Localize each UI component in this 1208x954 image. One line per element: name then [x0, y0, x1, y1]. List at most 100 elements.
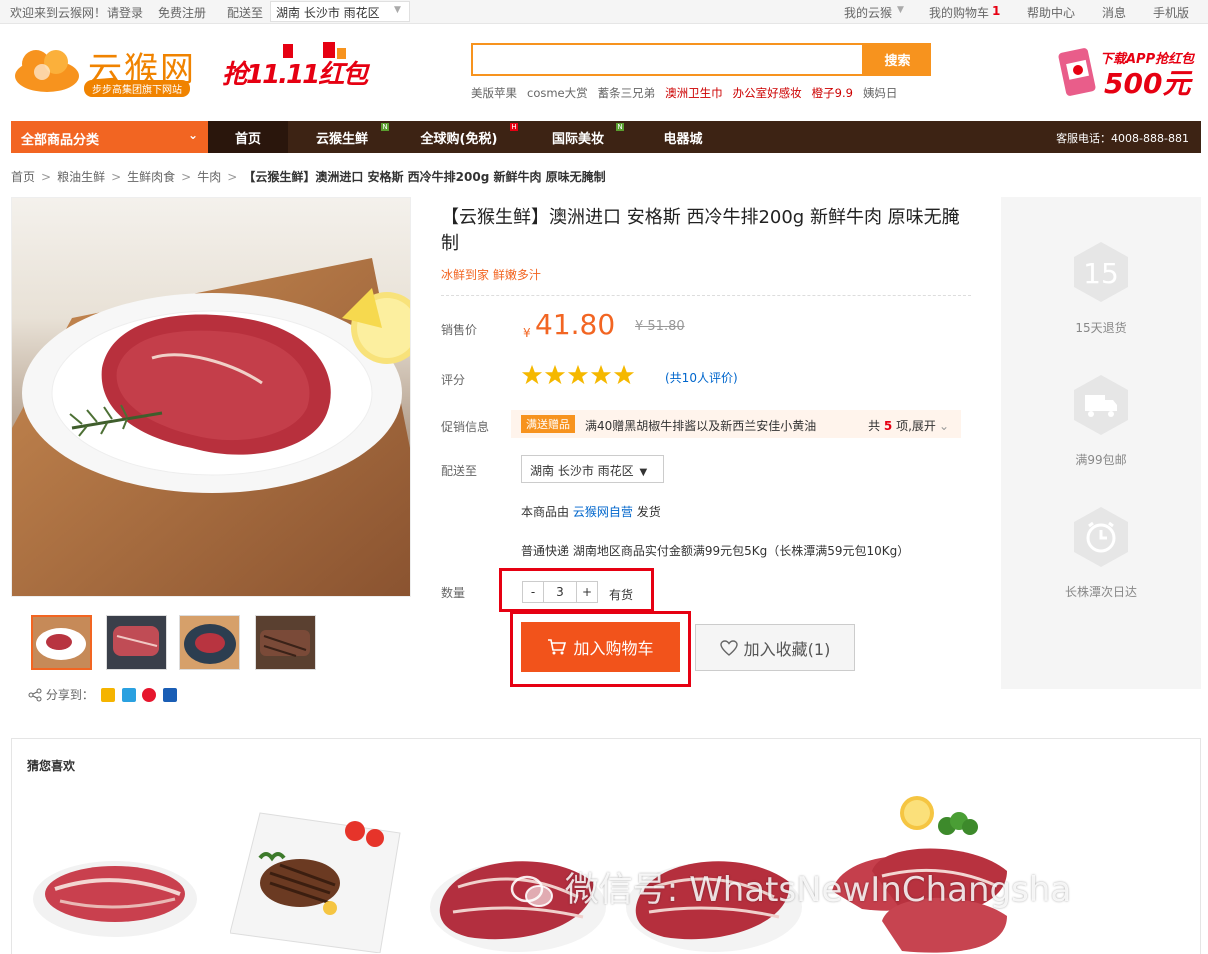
- currency-symbol: ¥: [523, 326, 531, 340]
- mobile-link[interactable]: 手机版: [1153, 4, 1189, 21]
- star-icon: [613, 364, 635, 385]
- phone-envelope-icon: [1058, 48, 1096, 96]
- nav-item-beauty[interactable]: 国际美妆: [538, 121, 618, 153]
- app-promo-line2: 500元: [1104, 67, 1191, 100]
- logo-cloud-icon[interactable]: [12, 44, 82, 94]
- hot-word-link[interactable]: 美版苹果: [471, 86, 517, 100]
- recommended-product-image[interactable]: [30, 839, 200, 949]
- product-main-image[interactable]: [11, 197, 411, 597]
- recommendations-title: 猜您喜欢: [27, 759, 76, 773]
- hot-word-link[interactable]: 蓄条三兄弟: [598, 86, 656, 100]
- all-categories-label: 全部商品分类: [21, 133, 100, 148]
- original-price: ¥ 51.80: [635, 319, 685, 334]
- chevron-down-icon: ⌄: [938, 419, 949, 433]
- double11-promo-banner[interactable]: 抢11.11红包: [218, 42, 368, 100]
- recommended-product-image[interactable]: [230, 803, 410, 953]
- breadcrumb-grain-fresh[interactable]: 粮油生鲜: [57, 170, 105, 184]
- product-thumbnail[interactable]: [106, 615, 167, 670]
- quantity-increment-button[interactable]: +: [576, 581, 598, 603]
- qq-icon[interactable]: [121, 687, 136, 702]
- my-account-link[interactable]: 我的云猴: [844, 4, 892, 21]
- truck-icon: [1074, 375, 1128, 435]
- promo-description: 满40赠黑胡椒牛排酱以及新西兰安佳小黄油: [585, 419, 817, 433]
- my-cart-link[interactable]: 我的购物车: [929, 4, 989, 21]
- watermark-text: 微信号: WhatsNewInChangsha: [564, 870, 1072, 910]
- service-label: 15天退货: [1075, 321, 1127, 335]
- logo-subtitle: 步步高集团旗下网站: [84, 80, 190, 97]
- renren-icon[interactable]: [163, 687, 178, 702]
- promo-label: 促销信息: [441, 420, 490, 434]
- quantity-label: 数量: [441, 586, 466, 600]
- top-bar: 欢迎来到云猴网！ 请登录 免费注册 配送至 湖南 长沙市 雨花区 ▼ 我的云猴 …: [0, 0, 1208, 24]
- product-subtitle: 冰鲜到家 鲜嫩多汁: [441, 268, 541, 282]
- seller-link[interactable]: 云猴网自营: [573, 505, 633, 519]
- login-link[interactable]: 请登录: [107, 4, 143, 21]
- chevron-down-icon: ▼: [897, 5, 904, 15]
- hot-word-link[interactable]: 橙子9.9: [812, 86, 853, 100]
- new-badge: N: [616, 123, 624, 131]
- all-categories-menu[interactable]: 全部商品分类 ⌄: [11, 121, 208, 153]
- hot-word-link[interactable]: 澳洲卫生巾: [665, 86, 723, 100]
- hot-word-link[interactable]: 姨妈日: [863, 86, 898, 100]
- promo-info-box: 满送赠品 满40赠黑胡椒牛排酱以及新西兰安佳小黄油 共 5 项,展开 ⌄: [511, 410, 961, 438]
- location-selector[interactable]: 湖南 长沙市 雨花区 ▼: [270, 1, 410, 22]
- quantity-decrement-button[interactable]: -: [522, 581, 544, 603]
- star-icon: [544, 364, 566, 385]
- add-to-favorites-button[interactable]: 加入收藏(1): [695, 624, 855, 671]
- seller-info: 本商品由 云猴网自营 发货: [521, 503, 661, 520]
- service-label: 长株潭次日达: [1064, 585, 1137, 599]
- breadcrumb-fresh-meat[interactable]: 生鲜肉食: [127, 170, 175, 184]
- heart-icon: [719, 639, 738, 656]
- star-icon: [567, 364, 589, 385]
- product-thumbnail[interactable]: [255, 615, 316, 670]
- hot-word-link[interactable]: cosme大赏: [527, 86, 588, 100]
- promo-text: 抢11.11红包: [222, 60, 368, 90]
- delivery-location-select[interactable]: 湖南 长沙市 雨花区 ▼: [521, 455, 664, 483]
- cart-count-badge: 1: [992, 4, 1001, 18]
- hot-word-link[interactable]: 办公室好感妆: [733, 86, 802, 100]
- breadcrumb-separator-icon: >: [41, 170, 52, 184]
- promo-count: 5: [883, 419, 893, 433]
- share-label: 分享到：: [45, 688, 94, 702]
- rating-stars: [521, 364, 636, 389]
- main-nav: 全部商品分类 ⌄ 首页 云猴生鲜 N 全球购(免税) H 国际美妆 N 电器城 …: [11, 121, 1201, 153]
- breadcrumb-current: 【云猴生鲜】澳洲进口 安格斯 西冷牛排200g 新鲜牛肉 原味无腌制: [243, 170, 606, 184]
- register-link[interactable]: 免费注册: [158, 4, 206, 21]
- promo-tag: 满送赠品: [521, 415, 575, 433]
- caret-down-icon: ▼: [639, 467, 648, 478]
- product-thumbnail[interactable]: [179, 615, 240, 670]
- quantity-input[interactable]: 3: [544, 581, 576, 603]
- breadcrumb-separator-icon: >: [227, 170, 238, 184]
- nav-item-home[interactable]: 首页: [208, 121, 288, 153]
- qzone-icon[interactable]: [100, 687, 115, 702]
- wechat-watermark: 微信号: WhatsNewInChangsha: [510, 862, 1071, 911]
- breadcrumb-beef[interactable]: 牛肉: [197, 170, 221, 184]
- share-icon: [28, 688, 42, 701]
- nav-item-fresh[interactable]: 云猴生鲜: [297, 121, 387, 153]
- clock-icon: [1074, 507, 1128, 567]
- breadcrumb-home[interactable]: 首页: [11, 170, 35, 184]
- messages-link[interactable]: 消息: [1102, 4, 1126, 21]
- add-to-cart-button[interactable]: 加入购物车: [521, 622, 680, 672]
- share-bar: 分享到：: [28, 686, 178, 703]
- nav-item-global[interactable]: 全球购(免税): [409, 121, 509, 153]
- search-input[interactable]: [471, 43, 864, 76]
- search-button[interactable]: 搜索: [864, 43, 931, 76]
- review-count-link[interactable]: (共10人评价): [665, 369, 738, 386]
- service-phone: 客服电话：4008-888-881: [1056, 132, 1189, 145]
- breadcrumb: 首页 > 粮油生鲜 > 生鲜肉食 > 牛肉 > 【云猴生鲜】澳洲进口 安格斯 西冷牛排200g …: [11, 168, 606, 185]
- product-thumbnail[interactable]: [31, 615, 92, 670]
- app-download-promo[interactable]: 下载APP抢红包 500元: [1052, 44, 1200, 100]
- hot-badge: H: [510, 123, 518, 131]
- promo-expand-button[interactable]: 共 5 项,展开 ⌄: [868, 417, 949, 434]
- star-icon: [590, 364, 612, 385]
- cart-icon: [548, 639, 567, 655]
- return-15-days-icon: 15: [1074, 242, 1128, 302]
- add-to-favorites-label: 加入收藏(1): [743, 639, 831, 659]
- service-guarantee-panel: 15 15天退货 满99包邮 长株潭次日达: [1001, 197, 1201, 689]
- add-to-cart-label: 加入购物车: [573, 639, 654, 658]
- help-link[interactable]: 帮助中心: [1027, 4, 1075, 21]
- nav-item-electronics[interactable]: 电器城: [643, 121, 723, 153]
- product-title: 【云猴生鲜】澳洲进口 安格斯 西冷牛排200g 新鲜牛肉 原味无腌制: [441, 207, 960, 254]
- weibo-icon[interactable]: [142, 687, 157, 702]
